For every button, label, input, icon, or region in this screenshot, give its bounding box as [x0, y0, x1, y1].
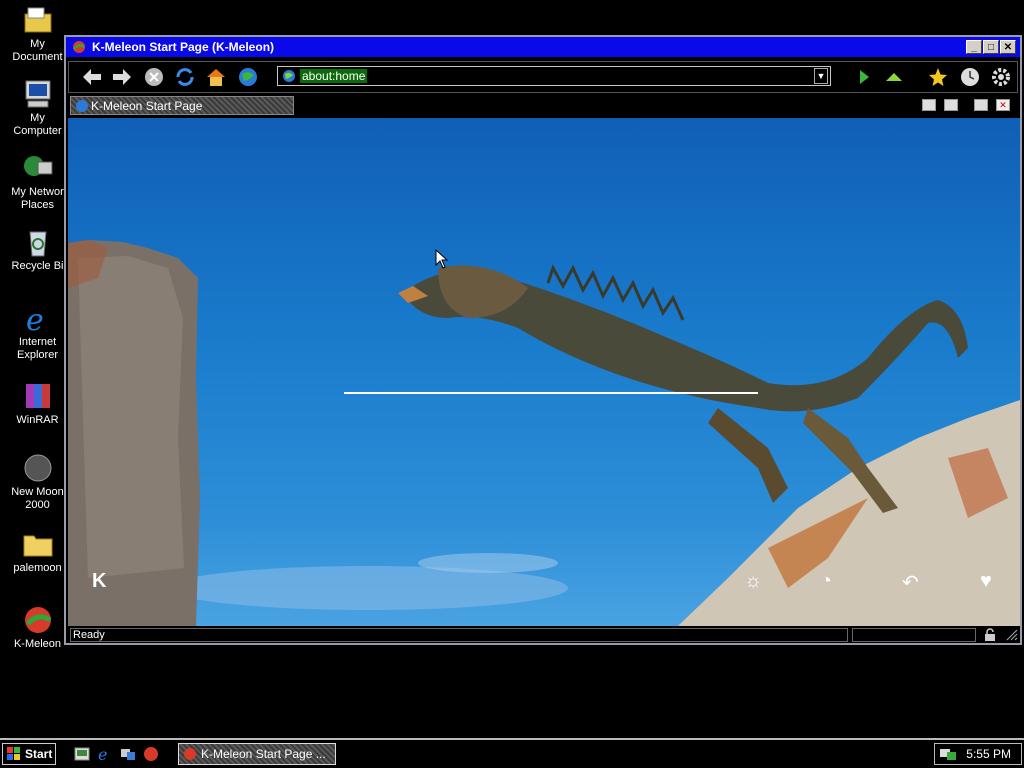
task-label: K-Meleon Start Page ... [201, 747, 326, 761]
system-tray: 5:55 PM [934, 743, 1022, 765]
forward-icon[interactable] [111, 66, 133, 88]
network-tray-icon[interactable] [939, 747, 957, 767]
globe-icon[interactable] [237, 66, 259, 88]
start-label: Start [25, 747, 53, 761]
reload-icon[interactable] [174, 66, 196, 88]
windows-logo-icon [7, 747, 21, 767]
security-lock-icon [982, 628, 998, 645]
network-places-icon [22, 152, 54, 184]
tab-bar: K-Meleon Start Page ✕ [68, 95, 1018, 117]
taskbar-item-k-meleon[interactable]: K-Meleon Start Page ... [178, 743, 336, 765]
browser-window: K-Meleon Start Page (K-Meleon) _ □ ✕ abo… [64, 35, 1022, 645]
start-button[interactable]: Start [2, 743, 56, 765]
quicklaunch-ie-icon[interactable]: e [97, 745, 113, 764]
minimize-button[interactable]: _ [966, 40, 982, 54]
home-icon[interactable] [205, 66, 227, 88]
up-icon[interactable] [883, 66, 905, 88]
status-bar: Ready [68, 627, 1018, 643]
taskbar: Start e K-Meleon Start Page ... 5:55 PM [0, 738, 1024, 768]
title-bar[interactable]: K-Meleon Start Page (K-Meleon) _ □ ✕ [66, 37, 1020, 57]
folder-icon [22, 528, 54, 560]
quicklaunch-network-icon[interactable] [120, 746, 136, 762]
internet-explorer-icon: e [22, 302, 54, 338]
tab-favicon-icon [75, 99, 89, 116]
close-button[interactable]: ✕ [1000, 40, 1016, 54]
maximize-button[interactable]: □ [983, 40, 999, 54]
stop-icon[interactable] [143, 66, 165, 88]
tab-label: K-Meleon Start Page [91, 99, 203, 113]
contrast-icon[interactable]: ◔ [820, 570, 832, 593]
k-meleon-icon [22, 604, 54, 636]
recycle-bin-icon [22, 226, 54, 258]
k-meleon-app-icon [72, 40, 86, 54]
clock[interactable]: 5:55 PM [966, 744, 1011, 764]
navigation-toolbar: about:home ▼ [68, 61, 1018, 93]
iguana-background-image [68, 240, 1020, 626]
new-moon-icon [22, 452, 54, 484]
svg-text:e: e [26, 303, 44, 334]
heart-icon[interactable]: ♥ [980, 570, 992, 593]
task-app-icon [183, 747, 197, 767]
quicklaunch-desktop-icon[interactable] [74, 746, 90, 762]
folder-documents-icon [22, 4, 54, 36]
winrar-icon [22, 380, 54, 412]
page-favicon-icon [282, 69, 296, 86]
status-text: Ready [70, 628, 848, 642]
tab-options-icon[interactable] [974, 99, 988, 111]
mouse-cursor-icon [435, 248, 449, 272]
new-tab-icon[interactable] [922, 99, 936, 111]
url-bar[interactable]: about:home ▼ [277, 66, 831, 86]
settings-icon[interactable] [990, 66, 1012, 88]
bookmarks-icon[interactable] [927, 66, 949, 88]
back-icon[interactable] [81, 66, 103, 88]
url-dropdown-icon[interactable]: ▼ [814, 68, 828, 84]
undo-icon[interactable]: ↶ [902, 570, 919, 595]
resize-grip-icon[interactable] [1006, 629, 1018, 644]
tab-k-meleon-start-page[interactable]: K-Meleon Start Page [70, 96, 294, 115]
go-icon[interactable] [853, 66, 875, 88]
tab-list-icon[interactable] [944, 99, 958, 111]
brightness-icon[interactable]: ☼ [744, 570, 762, 593]
page-content[interactable]: K ☼ ◔ ↶ ♥ [68, 118, 1020, 626]
history-icon[interactable] [959, 66, 981, 88]
quicklaunch-k-meleon-icon[interactable] [143, 746, 159, 762]
svg-text:e: e [98, 746, 107, 762]
k-logo-glyph[interactable]: K [92, 570, 106, 593]
close-tab-icon[interactable]: ✕ [996, 99, 1010, 111]
status-progress-pane [852, 628, 976, 642]
url-text[interactable]: about:home [300, 69, 368, 83]
computer-icon [22, 78, 54, 110]
window-title: K-Meleon Start Page (K-Meleon) [92, 40, 275, 54]
